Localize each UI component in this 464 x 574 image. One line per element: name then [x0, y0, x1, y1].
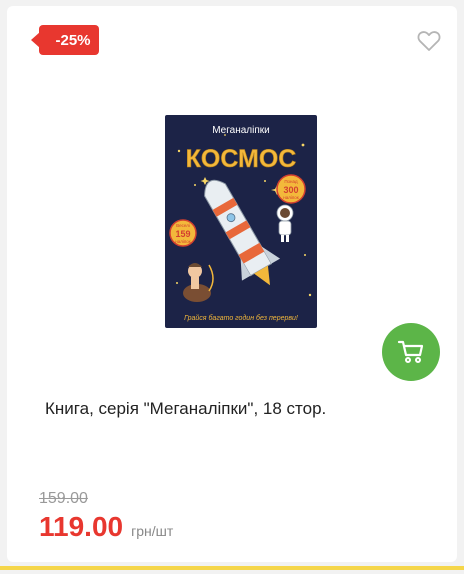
svg-text:наліпок: наліпок — [283, 195, 299, 200]
cover-fun-badge: Веселі 159 наліпок — [169, 219, 197, 247]
bottom-accent-line — [0, 566, 464, 570]
svg-text:наліпок: наліпок — [175, 239, 191, 244]
old-price: 159.00 — [39, 490, 88, 507]
add-to-cart-button[interactable] — [382, 323, 440, 381]
product-card[interactable]: -25% Меганаліпки КОСМОС Понад 300 наліпо… — [7, 6, 457, 562]
cover-headline: КОСМОС — [186, 145, 297, 173]
price-unit: грн/шт — [131, 523, 174, 539]
svg-text:Веселі: Веселі — [176, 223, 190, 228]
product-image[interactable]: Меганаліпки КОСМОС Понад 300 наліпок Вес… — [165, 115, 317, 328]
svg-text:159: 159 — [175, 229, 190, 239]
svg-text:300: 300 — [283, 185, 298, 195]
shopping-cart-icon — [397, 340, 424, 363]
cover-tagline: Грайся багато годин без перерви! — [184, 314, 298, 322]
favorite-button[interactable] — [417, 30, 441, 52]
product-title[interactable]: Книга, серія "Меганаліпки", 18 стор. — [45, 399, 445, 419]
current-price: 119.00 — [39, 511, 124, 542]
discount-badge: -25% — [31, 25, 99, 55]
cover-series: Меганаліпки — [212, 125, 270, 136]
svg-text:Понад: Понад — [284, 179, 298, 184]
heart-outline-icon — [417, 31, 441, 51]
price-row: 119.00 грн/шт — [39, 511, 173, 543]
cover-sticker-count-badge: Понад 300 наліпок — [276, 174, 306, 204]
